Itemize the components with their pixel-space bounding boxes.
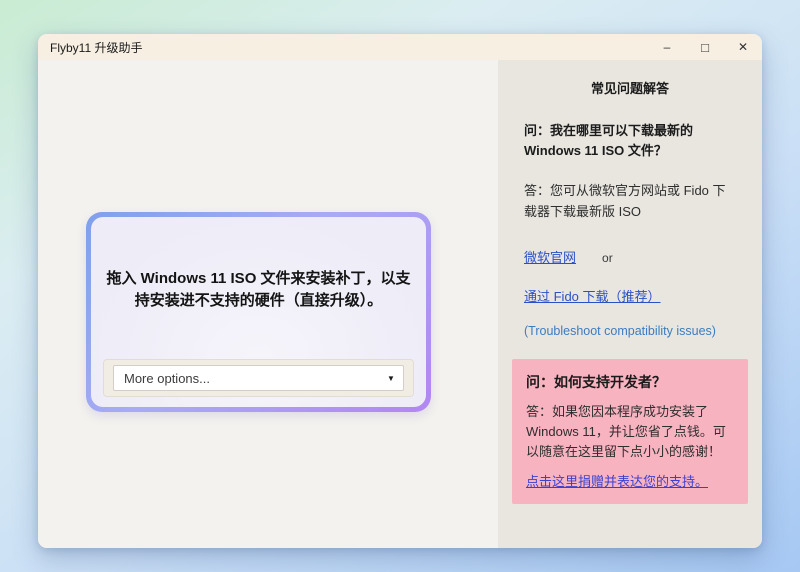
- more-options-dropdown[interactable]: More options... ▼: [113, 365, 404, 391]
- titlebar: Flyby11 升级助手 – □ ✕: [38, 34, 762, 60]
- maximize-button[interactable]: □: [686, 34, 724, 60]
- iso-drop-zone-inner: 拖入 Windows 11 ISO 文件来安装补丁，以支 持安装进不支持的硬件（…: [91, 217, 426, 407]
- window-content: 拖入 Windows 11 ISO 文件来安装补丁，以支 持安装进不支持的硬件（…: [38, 60, 762, 548]
- options-strip: More options... ▼: [103, 359, 414, 397]
- faq-heading: 常见问题解答: [512, 78, 748, 97]
- download-links-row: 微软官网 or: [524, 247, 736, 266]
- app-window: Flyby11 升级助手 – □ ✕ 拖入 Windows 11 ISO 文件来…: [38, 34, 762, 548]
- faq-sidebar: 常见问题解答 问：我在哪里可以下载最新的 Windows 11 ISO 文件？ …: [498, 60, 762, 548]
- donate-link[interactable]: 点击这里捐赠并表达您的支持。: [526, 471, 708, 490]
- faq2-answer: 答：如果您因本程序成功安装了 Windows 11，并让您省了点钱。可以随意在这…: [526, 402, 734, 462]
- troubleshoot-link[interactable]: (Troubleshoot compatibility issues): [524, 324, 736, 338]
- drop-instruction-line1: 拖入 Windows 11 ISO 文件来安装补丁，以支: [106, 268, 410, 291]
- or-label: or: [602, 251, 613, 265]
- fido-download-link[interactable]: 通过 Fido 下载（推荐）: [524, 289, 661, 304]
- donate-box: 问：如何支持开发者？ 答：如果您因本程序成功安装了 Windows 11，并让您…: [512, 359, 748, 504]
- faq2-question: 问：如何支持开发者？: [526, 372, 734, 392]
- drop-instruction-line2: 持安装进不支持的硬件（直接升级）。: [106, 290, 410, 313]
- minimize-button[interactable]: –: [648, 34, 686, 60]
- microsoft-official-link[interactable]: 微软官网: [524, 247, 576, 266]
- faq1-question: 问：我在哪里可以下载最新的 Windows 11 ISO 文件？: [524, 121, 736, 161]
- main-panel: 拖入 Windows 11 ISO 文件来安装补丁，以支 持安装进不支持的硬件（…: [38, 60, 498, 548]
- window-controls: – □ ✕: [648, 34, 762, 60]
- fido-link-row: 通过 Fido 下载（推荐）: [524, 286, 736, 305]
- drop-instruction-text: 拖入 Windows 11 ISO 文件来安装补丁，以支 持安装进不支持的硬件（…: [106, 268, 410, 313]
- more-options-value: More options...: [114, 371, 379, 386]
- faq1-answer: 答：您可从微软官方网站或 Fido 下载器下载最新版 ISO: [524, 181, 736, 223]
- close-button[interactable]: ✕: [724, 34, 762, 60]
- window-title: Flyby11 升级助手: [38, 39, 648, 56]
- iso-drop-zone[interactable]: 拖入 Windows 11 ISO 文件来安装补丁，以支 持安装进不支持的硬件（…: [86, 212, 431, 412]
- chevron-down-icon[interactable]: ▼: [379, 374, 403, 383]
